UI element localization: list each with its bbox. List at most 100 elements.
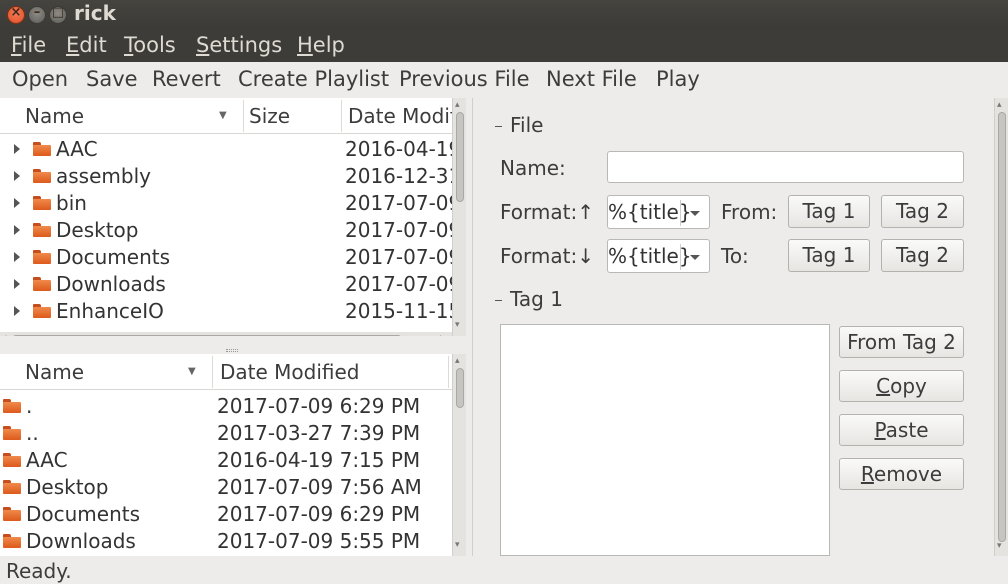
- column-header-date[interactable]: Date Modified: [220, 360, 360, 384]
- column-header-size[interactable]: Size: [249, 104, 290, 128]
- panel-vertical-scrollbar[interactable]: ▴ ▾: [994, 98, 1008, 556]
- expander-arrow-icon[interactable]: [14, 306, 20, 316]
- menu-edit[interactable]: Edit: [66, 33, 107, 57]
- menu-help[interactable]: Help: [297, 33, 345, 57]
- tree-row[interactable]: assembly 2016-12-31: [0, 163, 452, 190]
- to-tag1-button[interactable]: Tag 1: [788, 239, 870, 272]
- file-row-name: ..: [26, 421, 39, 445]
- folder-icon: [33, 304, 51, 318]
- sort-descending-icon: ▼: [219, 110, 227, 121]
- tree-row[interactable]: EnhanceIO 2015-11-15: [0, 298, 452, 325]
- file-list-vertical-scroll-thumb[interactable]: [456, 368, 464, 408]
- column-separator[interactable]: [448, 356, 449, 388]
- from-tag2-button[interactable]: From Tag 2: [839, 326, 964, 358]
- next-file-button[interactable]: Next File: [546, 67, 637, 91]
- tree-row[interactable]: Desktop 2017-07-09: [0, 217, 452, 244]
- collapse-icon[interactable]: [495, 300, 502, 301]
- close-window-button[interactable]: ×: [7, 5, 25, 24]
- scroll-down-icon[interactable]: ▾: [997, 541, 1002, 551]
- column-header-date[interactable]: Date Modified: [348, 104, 452, 128]
- file-row[interactable]: AAC 2016-04-19 7:15 PM: [0, 447, 452, 474]
- scroll-up-icon[interactable]: ▴: [997, 100, 1002, 110]
- tree-vertical-scrollbar[interactable]: ▴ ▾: [452, 98, 466, 336]
- folder-icon: [33, 169, 51, 183]
- tree-row-name: Desktop: [56, 218, 139, 242]
- file-list[interactable]: Name ▼ Date Modified . 2017-07-09 6:29 P…: [0, 354, 452, 556]
- expander-arrow-icon[interactable]: [14, 252, 20, 262]
- column-separator[interactable]: [212, 356, 213, 388]
- expander-arrow-icon[interactable]: [14, 279, 20, 289]
- file-row-name: Documents: [26, 502, 141, 526]
- tree-row-date: 2017-07-09: [345, 191, 452, 215]
- previous-file-button[interactable]: Previous File: [399, 67, 530, 91]
- tag1-section-title: Tag 1: [495, 287, 563, 311]
- minimize-window-button[interactable]: –: [28, 5, 46, 24]
- filename-input[interactable]: [607, 151, 964, 183]
- column-header-name[interactable]: Name: [25, 104, 84, 128]
- scroll-up-icon[interactable]: ▴: [455, 356, 460, 366]
- name-label: Name:: [500, 156, 566, 180]
- tree-row[interactable]: AAC 2016-04-19: [0, 136, 452, 163]
- format-up-combobox[interactable]: %{title}: [607, 195, 710, 229]
- tree-vertical-scroll-thumb[interactable]: [456, 112, 464, 202]
- tree-row-name: Downloads: [56, 272, 166, 296]
- scroll-down-icon[interactable]: ▾: [455, 320, 460, 330]
- collapse-icon[interactable]: [495, 126, 502, 127]
- scroll-up-icon[interactable]: ▴: [455, 100, 460, 110]
- file-list-vertical-scrollbar[interactable]: ▴ ▾: [452, 354, 466, 556]
- file-row[interactable]: Downloads 2017-07-09 5:55 PM: [0, 528, 452, 555]
- to-tag2-button[interactable]: Tag 2: [881, 239, 964, 272]
- menu-settings[interactable]: Settings: [196, 33, 282, 57]
- remove-button[interactable]: Remove: [839, 458, 964, 490]
- file-row-date: 2017-07-09 6:29 PM: [217, 502, 421, 526]
- file-row-name: .: [26, 394, 33, 418]
- column-header-name[interactable]: Name: [25, 360, 84, 384]
- tree-row[interactable]: Downloads 2017-07-09: [0, 271, 452, 298]
- from-tag2-button[interactable]: Tag 2: [881, 195, 964, 228]
- file-row[interactable]: Documents 2017-07-09 6:29 PM: [0, 501, 452, 528]
- scroll-down-icon[interactable]: ▾: [455, 540, 460, 550]
- revert-button[interactable]: Revert: [152, 67, 221, 91]
- tree-row-name: EnhanceIO: [56, 299, 164, 323]
- copy-button[interactable]: Copy: [839, 370, 964, 402]
- tree-row-name: AAC: [56, 137, 98, 161]
- from-label: From:: [721, 200, 778, 224]
- format-down-label: Format:↓: [500, 244, 594, 268]
- expander-arrow-icon[interactable]: [14, 198, 20, 208]
- pane-divider[interactable]: [0, 336, 466, 354]
- play-button[interactable]: Play: [656, 67, 700, 91]
- create-playlist-button[interactable]: Create Playlist: [238, 67, 389, 91]
- file-row[interactable]: . 2017-07-09 6:29 PM: [0, 393, 452, 420]
- tree-row-date: 2015-11-15: [345, 299, 452, 323]
- expander-arrow-icon[interactable]: [14, 171, 20, 181]
- expander-arrow-icon[interactable]: [14, 144, 20, 154]
- file-row-date: 2017-07-09 5:55 PM: [217, 529, 421, 553]
- directory-tree[interactable]: Name ▼ Size Date Modified AAC 2016-04-19…: [0, 98, 452, 336]
- save-button[interactable]: Save: [86, 67, 138, 91]
- dir-tree-header: Name ▼ Size Date Modified: [0, 98, 452, 134]
- status-text: Ready.: [6, 559, 72, 583]
- tree-row[interactable]: Documents 2017-07-09: [0, 244, 452, 271]
- tree-row[interactable]: bin 2017-07-09: [0, 190, 452, 217]
- to-label: To:: [721, 244, 749, 268]
- from-tag1-button[interactable]: Tag 1: [788, 195, 870, 228]
- menu-file[interactable]: File: [11, 33, 46, 57]
- tag1-frames-table[interactable]: [500, 324, 830, 556]
- menu-tools[interactable]: Tools: [124, 33, 176, 57]
- format-up-label: Format:↑: [500, 200, 594, 224]
- file-row[interactable]: Desktop 2017-07-09 7:56 AM: [0, 474, 452, 501]
- folder-icon: [3, 426, 21, 440]
- column-separator[interactable]: [341, 100, 342, 132]
- file-row[interactable]: .. 2017-03-27 7:39 PM: [0, 420, 452, 447]
- format-down-combobox[interactable]: %{title}: [607, 239, 710, 273]
- paste-button[interactable]: Paste: [839, 414, 964, 446]
- file-section-title: File: [495, 113, 543, 137]
- panel-vertical-scroll-thumb[interactable]: [998, 112, 1006, 542]
- maximize-window-button[interactable]: □: [49, 5, 67, 24]
- open-button[interactable]: Open: [12, 67, 68, 91]
- expander-arrow-icon[interactable]: [14, 225, 20, 235]
- close-icon: ×: [10, 5, 22, 20]
- window-title: rick: [74, 1, 116, 25]
- column-separator[interactable]: [243, 100, 244, 132]
- folder-icon: [33, 196, 51, 210]
